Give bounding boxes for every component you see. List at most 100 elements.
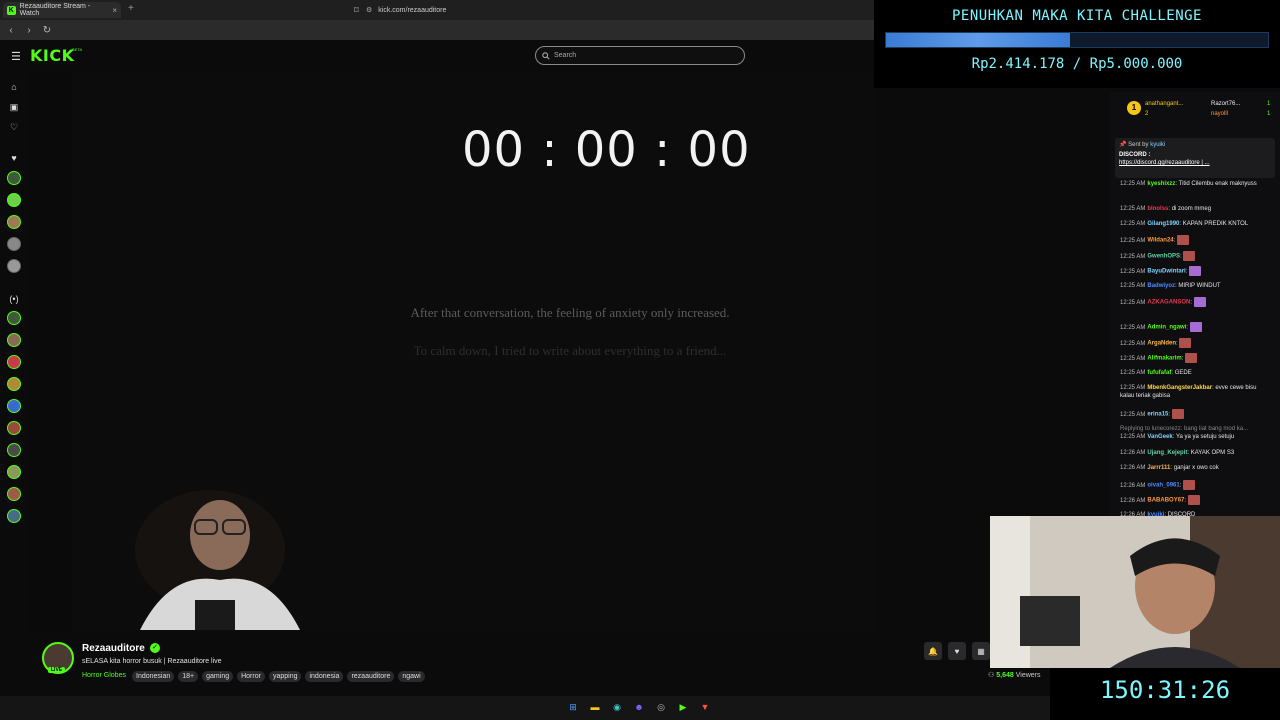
beta-label: BETA: [72, 47, 83, 52]
tag[interactable]: indonesia: [305, 671, 344, 682]
emote-icon: [1189, 266, 1202, 276]
recommended-channel-avatar[interactable]: [7, 421, 21, 435]
chat-username[interactable]: GwenhOPS: [1147, 254, 1180, 260]
chat-username[interactable]: MbenkGangsterJakbar: [1147, 385, 1212, 391]
follow-heart-icon[interactable]: ♥: [948, 642, 966, 660]
stream-category[interactable]: Horror Globes: [82, 672, 126, 679]
chat-text: KAPAN PREDIK KNTOL: [1182, 221, 1249, 227]
chat-text: di zoom mmeg: [1171, 206, 1212, 212]
bookmark-icon[interactable]: ⌑: [354, 5, 359, 16]
tag[interactable]: 18+: [178, 671, 199, 682]
stream-title: sELASA kita horror busuk | Rezaauditore …: [82, 658, 222, 665]
recommended-channel-avatar[interactable]: [7, 465, 21, 479]
gifter-name[interactable]: Razort76...: [1211, 101, 1240, 107]
chat-username[interactable]: Jarrr111: [1147, 465, 1170, 471]
recommended-channel-avatar[interactable]: [7, 311, 21, 325]
notification-bell-icon[interactable]: 🔔: [924, 642, 942, 660]
viewers-icon: ⚇: [988, 672, 995, 679]
gifter-name[interactable]: nayolll: [1211, 111, 1228, 117]
chat-username[interactable]: ArgaNden: [1147, 341, 1176, 347]
following-icon[interactable]: ♡: [9, 122, 19, 132]
viewer-count: ⚇ 5,648 Viewers: [988, 672, 1041, 679]
chat-username[interactable]: AZKAGANSON: [1147, 300, 1190, 306]
home-icon[interactable]: ⌂: [9, 82, 19, 92]
kick-app-icon[interactable]: ▶: [676, 700, 690, 714]
browser-tab[interactable]: K Rezaauditore Stream - Watch ×: [3, 2, 121, 18]
emote-icon: [1189, 322, 1202, 332]
streamer-webcam-overlay: [135, 490, 300, 630]
verified-icon: ✓: [150, 643, 160, 653]
chat-username[interactable]: BayuDwintari: [1147, 269, 1185, 275]
chat-username[interactable]: VanGeek: [1147, 434, 1172, 440]
back-icon[interactable]: ‹: [4, 25, 18, 36]
channel-name[interactable]: Rezaauditore: [82, 643, 145, 654]
pinned-message[interactable]: 📌 Sent by kyuiki DISCORD : https://disco…: [1115, 138, 1275, 178]
chat-username[interactable]: oivah_0961: [1147, 483, 1179, 489]
chat-message: 12:25 AM MbenkGangsterJakbar: evve cewe b…: [1120, 385, 1257, 399]
chat-username[interactable]: Badwiyoz: [1147, 283, 1175, 289]
chat-message: 12:26 AM Ujang_Kejepit: KAYAK OPM S3: [1120, 450, 1235, 456]
recommended-channel-avatar[interactable]: [7, 509, 21, 523]
chat-message: 12:25 AM Badwiyoz: MIRIP WINDUT: [1120, 283, 1221, 289]
chat-username[interactable]: Wildan24: [1147, 238, 1173, 244]
emote-icon: [1193, 297, 1206, 307]
chat-timestamp: 12:25 AM: [1120, 385, 1146, 391]
taskbar: [0, 696, 1050, 720]
emote-icon: [1183, 251, 1196, 261]
tag[interactable]: yapping: [268, 671, 302, 682]
discord-icon[interactable]: ☻: [632, 700, 646, 714]
gift-icon[interactable]: ▦: [972, 642, 990, 660]
discord-link[interactable]: https://discord.gg/rezaauditore | ...: [1119, 160, 1271, 166]
recommended-channel-avatar[interactable]: [7, 443, 21, 457]
edge-icon[interactable]: ◉: [610, 700, 624, 714]
brave-icon[interactable]: ▼: [698, 700, 712, 714]
chat-text: ganjar x owo cok: [1173, 465, 1219, 471]
reload-icon[interactable]: ↻: [40, 25, 54, 36]
chat-username[interactable]: BABABOY67: [1147, 498, 1184, 504]
forward-icon[interactable]: ›: [22, 25, 36, 36]
chat-username[interactable]: Ujang_Kejepit: [1147, 450, 1187, 456]
recommended-channel-avatar[interactable]: [7, 377, 21, 391]
followed-channel-avatar[interactable]: [7, 215, 21, 229]
gifter-name[interactable]: anathangant...: [1145, 101, 1183, 107]
chat-username[interactable]: Gilang1990: [1147, 221, 1179, 227]
chat-username[interactable]: kyeshixzz: [1147, 181, 1175, 187]
recommended-channel-avatar[interactable]: [7, 355, 21, 369]
search-input[interactable]: Search: [535, 46, 745, 65]
kick-logo[interactable]: KICK: [30, 46, 75, 65]
tag[interactable]: rezaauditore: [347, 671, 395, 682]
browse-icon[interactable]: ▣: [9, 102, 19, 112]
menu-icon[interactable]: ☰: [11, 50, 21, 63]
obs-icon[interactable]: ◎: [654, 700, 668, 714]
chat-username[interactable]: blnolss: [1147, 206, 1168, 212]
followed-channel-avatar[interactable]: [7, 193, 21, 207]
goal-progress-fill: [886, 33, 1070, 47]
followed-channel-avatar[interactable]: [7, 237, 21, 251]
recommended-channel-avatar[interactable]: [7, 399, 21, 413]
top-gifters: 1 anathangant... 2 Razort76... 1 nayolll…: [1115, 95, 1275, 127]
chat-timestamp: 12:25 AM: [1120, 206, 1146, 212]
chat-username[interactable]: erina15: [1147, 412, 1168, 418]
new-tab-button[interactable]: +: [128, 3, 134, 14]
followed-channel-avatar[interactable]: [7, 171, 21, 185]
chat-text: KAYAK OPM S3: [1190, 450, 1235, 456]
recommended-channel-avatar[interactable]: [7, 333, 21, 347]
tag[interactable]: gaming: [202, 671, 234, 682]
stream-actions: 🔔 ♥ ▦: [924, 642, 990, 660]
windows-start-icon[interactable]: ⊞: [566, 700, 580, 714]
chat-username[interactable]: Alifmakarim: [1147, 356, 1181, 362]
chat-message: 12:26 AM oivah_0961:: [1120, 480, 1272, 490]
site-info-icon[interactable]: ⚙: [366, 6, 372, 14]
tag[interactable]: Horror: [237, 671, 265, 682]
url-field[interactable]: ⌑ ⚙ kick.com/rezaauditore: [354, 3, 866, 17]
tab-close-icon[interactable]: ×: [112, 6, 117, 15]
chat-username[interactable]: fufufafaf: [1147, 370, 1171, 376]
followed-channel-avatar[interactable]: [7, 259, 21, 273]
recommended-channel-avatar[interactable]: [7, 487, 21, 501]
file-explorer-icon[interactable]: ▬: [588, 700, 602, 714]
tag[interactable]: Indonesian: [132, 671, 175, 682]
chat-message: 12:25 AM AZKAGANSON:: [1120, 297, 1272, 307]
tag[interactable]: ngawi: [398, 671, 425, 682]
chat-text: GEDE: [1174, 370, 1192, 376]
chat-username[interactable]: Admin_ngawi: [1147, 325, 1186, 331]
